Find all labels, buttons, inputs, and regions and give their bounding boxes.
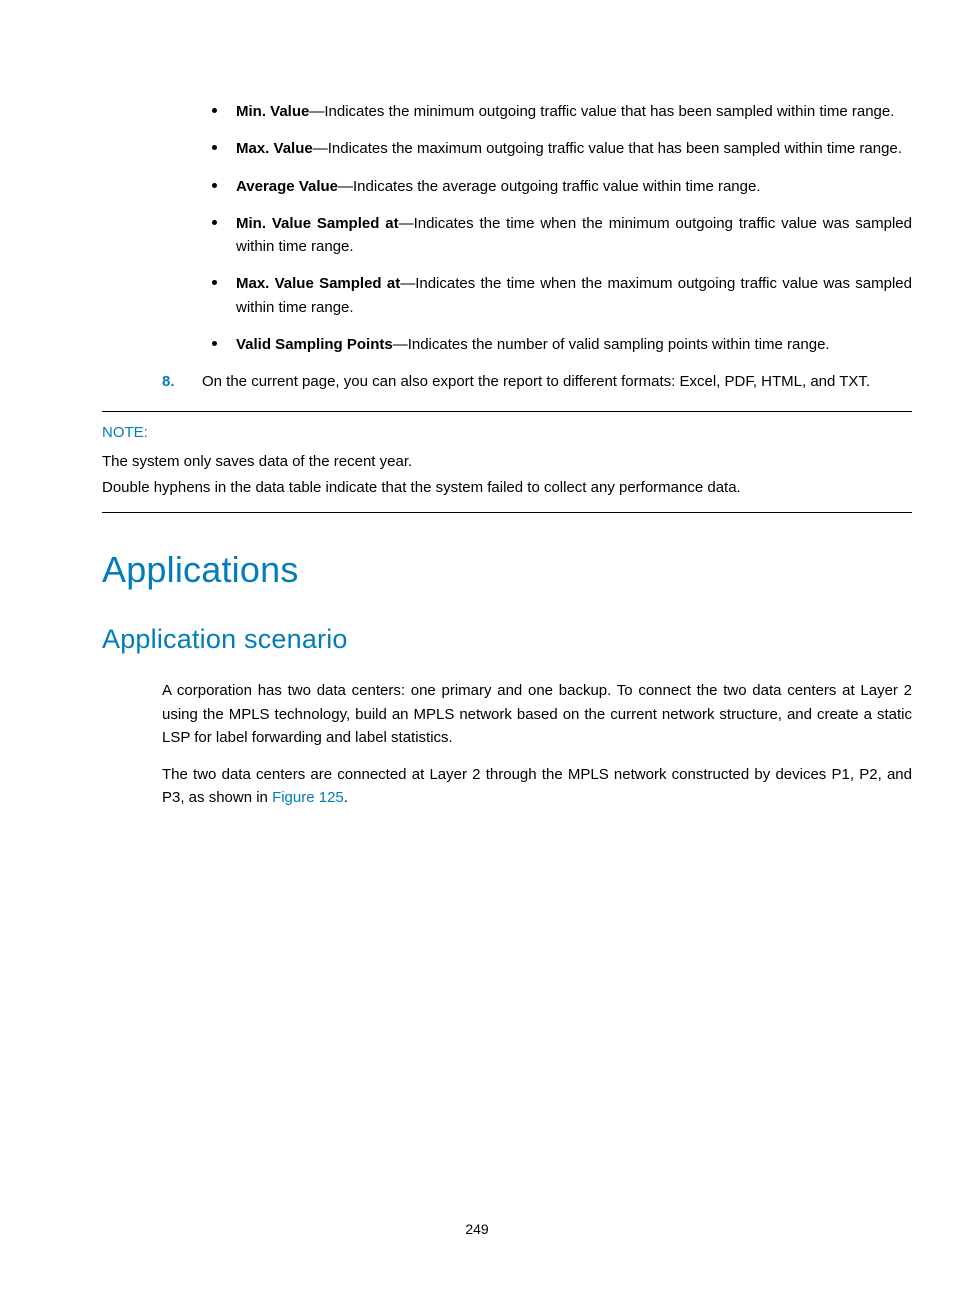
page: Min. Value—Indicates the minimum outgoin…	[0, 0, 954, 1296]
note-line: The system only saves data of the recent…	[102, 451, 912, 474]
heading-application-scenario: Application scenario	[102, 619, 912, 660]
paragraph: A corporation has two data centers: one …	[162, 679, 912, 749]
term: Valid Sampling Points	[236, 336, 393, 353]
term-text: —Indicates the maximum outgoing traffic …	[313, 140, 902, 157]
heading-applications: Applications	[102, 543, 912, 597]
bullet-icon	[212, 183, 217, 188]
numbered-list: 8. On the current page, you can also exp…	[162, 370, 912, 393]
list-item: Valid Sampling Points—Indicates the numb…	[162, 333, 912, 356]
bullet-icon	[212, 341, 217, 346]
list-item: Min. Value—Indicates the minimum outgoin…	[162, 100, 912, 123]
term-text: —Indicates the average outgoing traffic …	[338, 178, 760, 195]
paragraph-text-post: .	[344, 789, 348, 806]
paragraph: The two data centers are connected at La…	[162, 763, 912, 810]
list-item: Min. Value Sampled at—Indicates the time…	[162, 212, 912, 259]
term: Max. Value	[236, 140, 313, 157]
list-item: Average Value—Indicates the average outg…	[162, 175, 912, 198]
note-box: NOTE: The system only saves data of the …	[102, 411, 912, 513]
page-number: 249	[0, 1219, 954, 1240]
term-text: —Indicates the number of valid sampling …	[393, 336, 830, 353]
list-item: Max. Value Sampled at—Indicates the time…	[162, 272, 912, 319]
content-area: Min. Value—Indicates the minimum outgoin…	[162, 100, 912, 810]
term: Min. Value Sampled at	[236, 215, 399, 232]
list-item: Max. Value—Indicates the maximum outgoin…	[162, 137, 912, 160]
step-number: 8.	[162, 370, 175, 393]
bullet-icon	[212, 145, 217, 150]
list-item: 8. On the current page, you can also exp…	[162, 370, 912, 393]
term: Min. Value	[236, 103, 309, 120]
bullet-icon	[212, 280, 217, 285]
note-line: Double hyphens in the data table indicat…	[102, 477, 912, 500]
figure-link[interactable]: Figure 125	[272, 789, 344, 806]
bullet-list: Min. Value—Indicates the minimum outgoin…	[162, 100, 912, 356]
step-text: On the current page, you can also export…	[202, 373, 870, 390]
note-label: NOTE:	[102, 422, 912, 445]
term-text: —Indicates the minimum outgoing traffic …	[309, 103, 894, 120]
bullet-icon	[212, 220, 217, 225]
bullet-icon	[212, 108, 217, 113]
term: Max. Value Sampled at	[236, 275, 400, 292]
term: Average Value	[236, 178, 338, 195]
